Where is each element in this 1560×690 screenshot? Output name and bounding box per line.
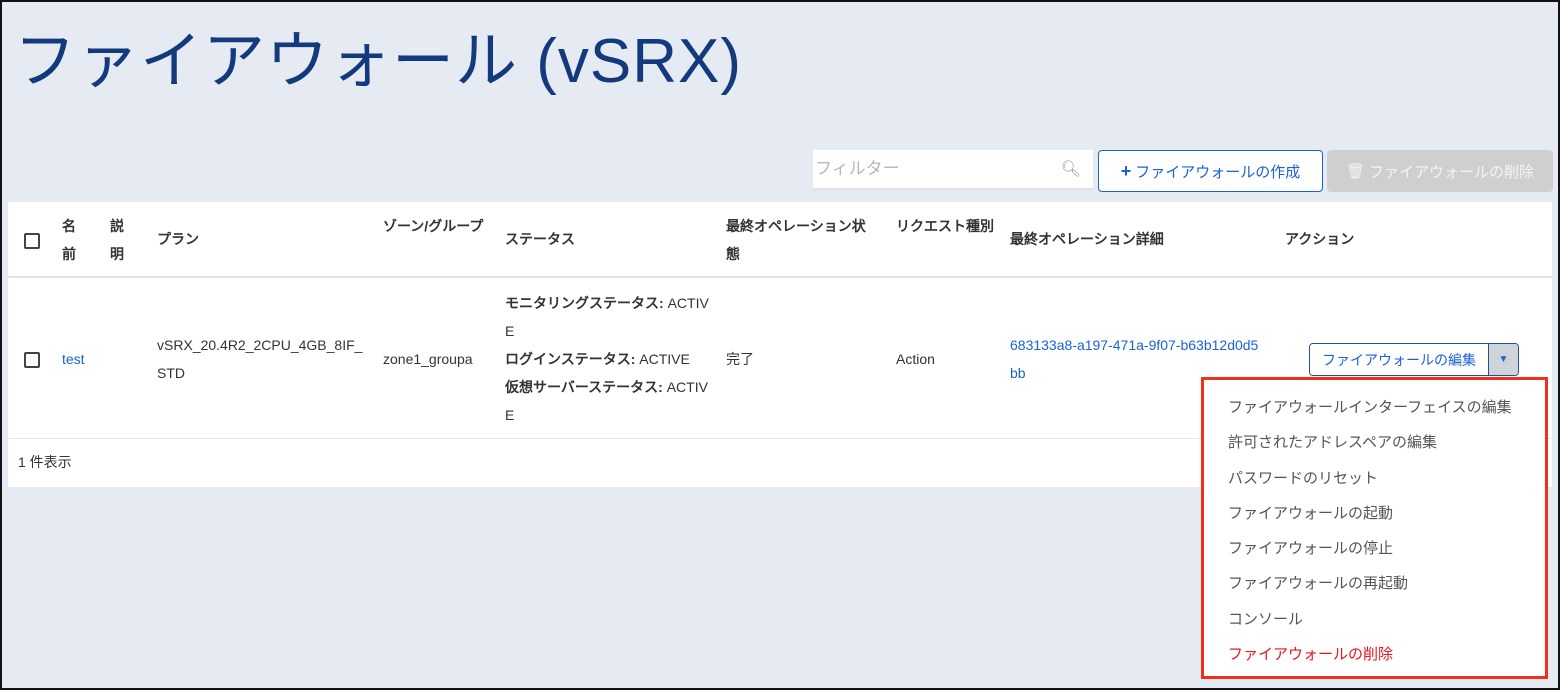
firewall-name-link[interactable]: test — [62, 345, 85, 373]
plan-cell: vSRX_20.4R2_2CPU_4GB_8IF_STD — [157, 337, 363, 381]
trash-icon: 🗑︎ — [1345, 163, 1366, 180]
header-plan[interactable]: プラン — [157, 225, 199, 253]
create-firewall-button[interactable]: + ファイアウォールの作成 — [1098, 150, 1323, 192]
header-action[interactable]: アクション — [1285, 225, 1354, 253]
filter-input[interactable] — [815, 159, 1055, 179]
header-last-op-detail[interactable]: 最終オペレーション詳細 — [1010, 225, 1164, 253]
status-label: モニタリングステータス: — [505, 295, 664, 311]
request-type-cell: Action — [896, 351, 935, 367]
plus-icon: + — [1120, 160, 1132, 181]
table-header: 名前 説明 プラン ゾーン/グループ ステータス 最終オペレーション状態 リクエ… — [8, 202, 1552, 278]
action-dropdown-menu: ファイアウォールインターフェイスの編集 許可されたアドレスペアの編集 パスワード… — [1201, 377, 1548, 679]
row-checkbox[interactable] — [24, 352, 40, 368]
search-icon: 🔍︎ — [1060, 161, 1081, 178]
status-label: 仮想サーバーステータス: — [505, 379, 663, 395]
menu-item-start[interactable]: ファイアウォールの起動 — [1204, 496, 1545, 531]
status-cell: モニタリングステータス: ACTIVE ログインステータス: ACTIVE 仮想… — [505, 289, 710, 429]
row-count: 1 件表示 — [18, 454, 72, 470]
header-name[interactable]: 名前 — [62, 212, 82, 268]
menu-item-delete[interactable]: ファイアウォールの削除 — [1204, 637, 1545, 672]
last-op-state-cell: 完了 — [726, 351, 754, 367]
caret-down-icon[interactable]: ▼ — [1488, 344, 1518, 375]
select-all-checkbox[interactable] — [24, 233, 40, 249]
menu-item-edit-address-pairs[interactable]: 許可されたアドレスペアの編集 — [1204, 425, 1545, 460]
page: ファイアウォール (vSRX) 🔍︎ +ファイアウォールの作成 🗑︎ファイアウォ… — [0, 0, 1560, 690]
menu-item-console[interactable]: コンソール — [1204, 602, 1545, 637]
status-value: ACTIVE — [639, 351, 690, 367]
delete-label: ファイアウォールの削除 — [1369, 163, 1535, 181]
header-request-type[interactable]: リクエスト種別 — [896, 212, 996, 240]
delete-firewall-button[interactable]: 🗑︎ ファイアウォールの削除 — [1327, 150, 1553, 192]
menu-item-edit-interface[interactable]: ファイアウォールインターフェイスの編集 — [1204, 390, 1545, 425]
menu-item-restart[interactable]: ファイアウォールの再起動 — [1204, 566, 1545, 601]
filter-field: 🔍︎ — [813, 150, 1093, 190]
zone-cell: zone1_groupa — [383, 351, 473, 367]
page-title: ファイアウォール (vSRX) — [14, 27, 743, 96]
header-status[interactable]: ステータス — [505, 225, 575, 253]
menu-item-stop[interactable]: ファイアウォールの停止 — [1204, 531, 1545, 566]
menu-item-reset-password[interactable]: パスワードのリセット — [1204, 461, 1545, 496]
header-description[interactable]: 説明 — [110, 212, 130, 268]
header-last-op-state[interactable]: 最終オペレーション状態 — [726, 212, 876, 268]
header-zone[interactable]: ゾーン/グループ — [383, 212, 493, 240]
action-split-button: ファイアウォールの編集 ▼ — [1309, 343, 1519, 376]
status-label: ログインステータス: — [505, 351, 636, 367]
create-label: ファイアウォールの作成 — [1135, 163, 1301, 181]
edit-firewall-button[interactable]: ファイアウォールの編集 — [1310, 344, 1488, 375]
